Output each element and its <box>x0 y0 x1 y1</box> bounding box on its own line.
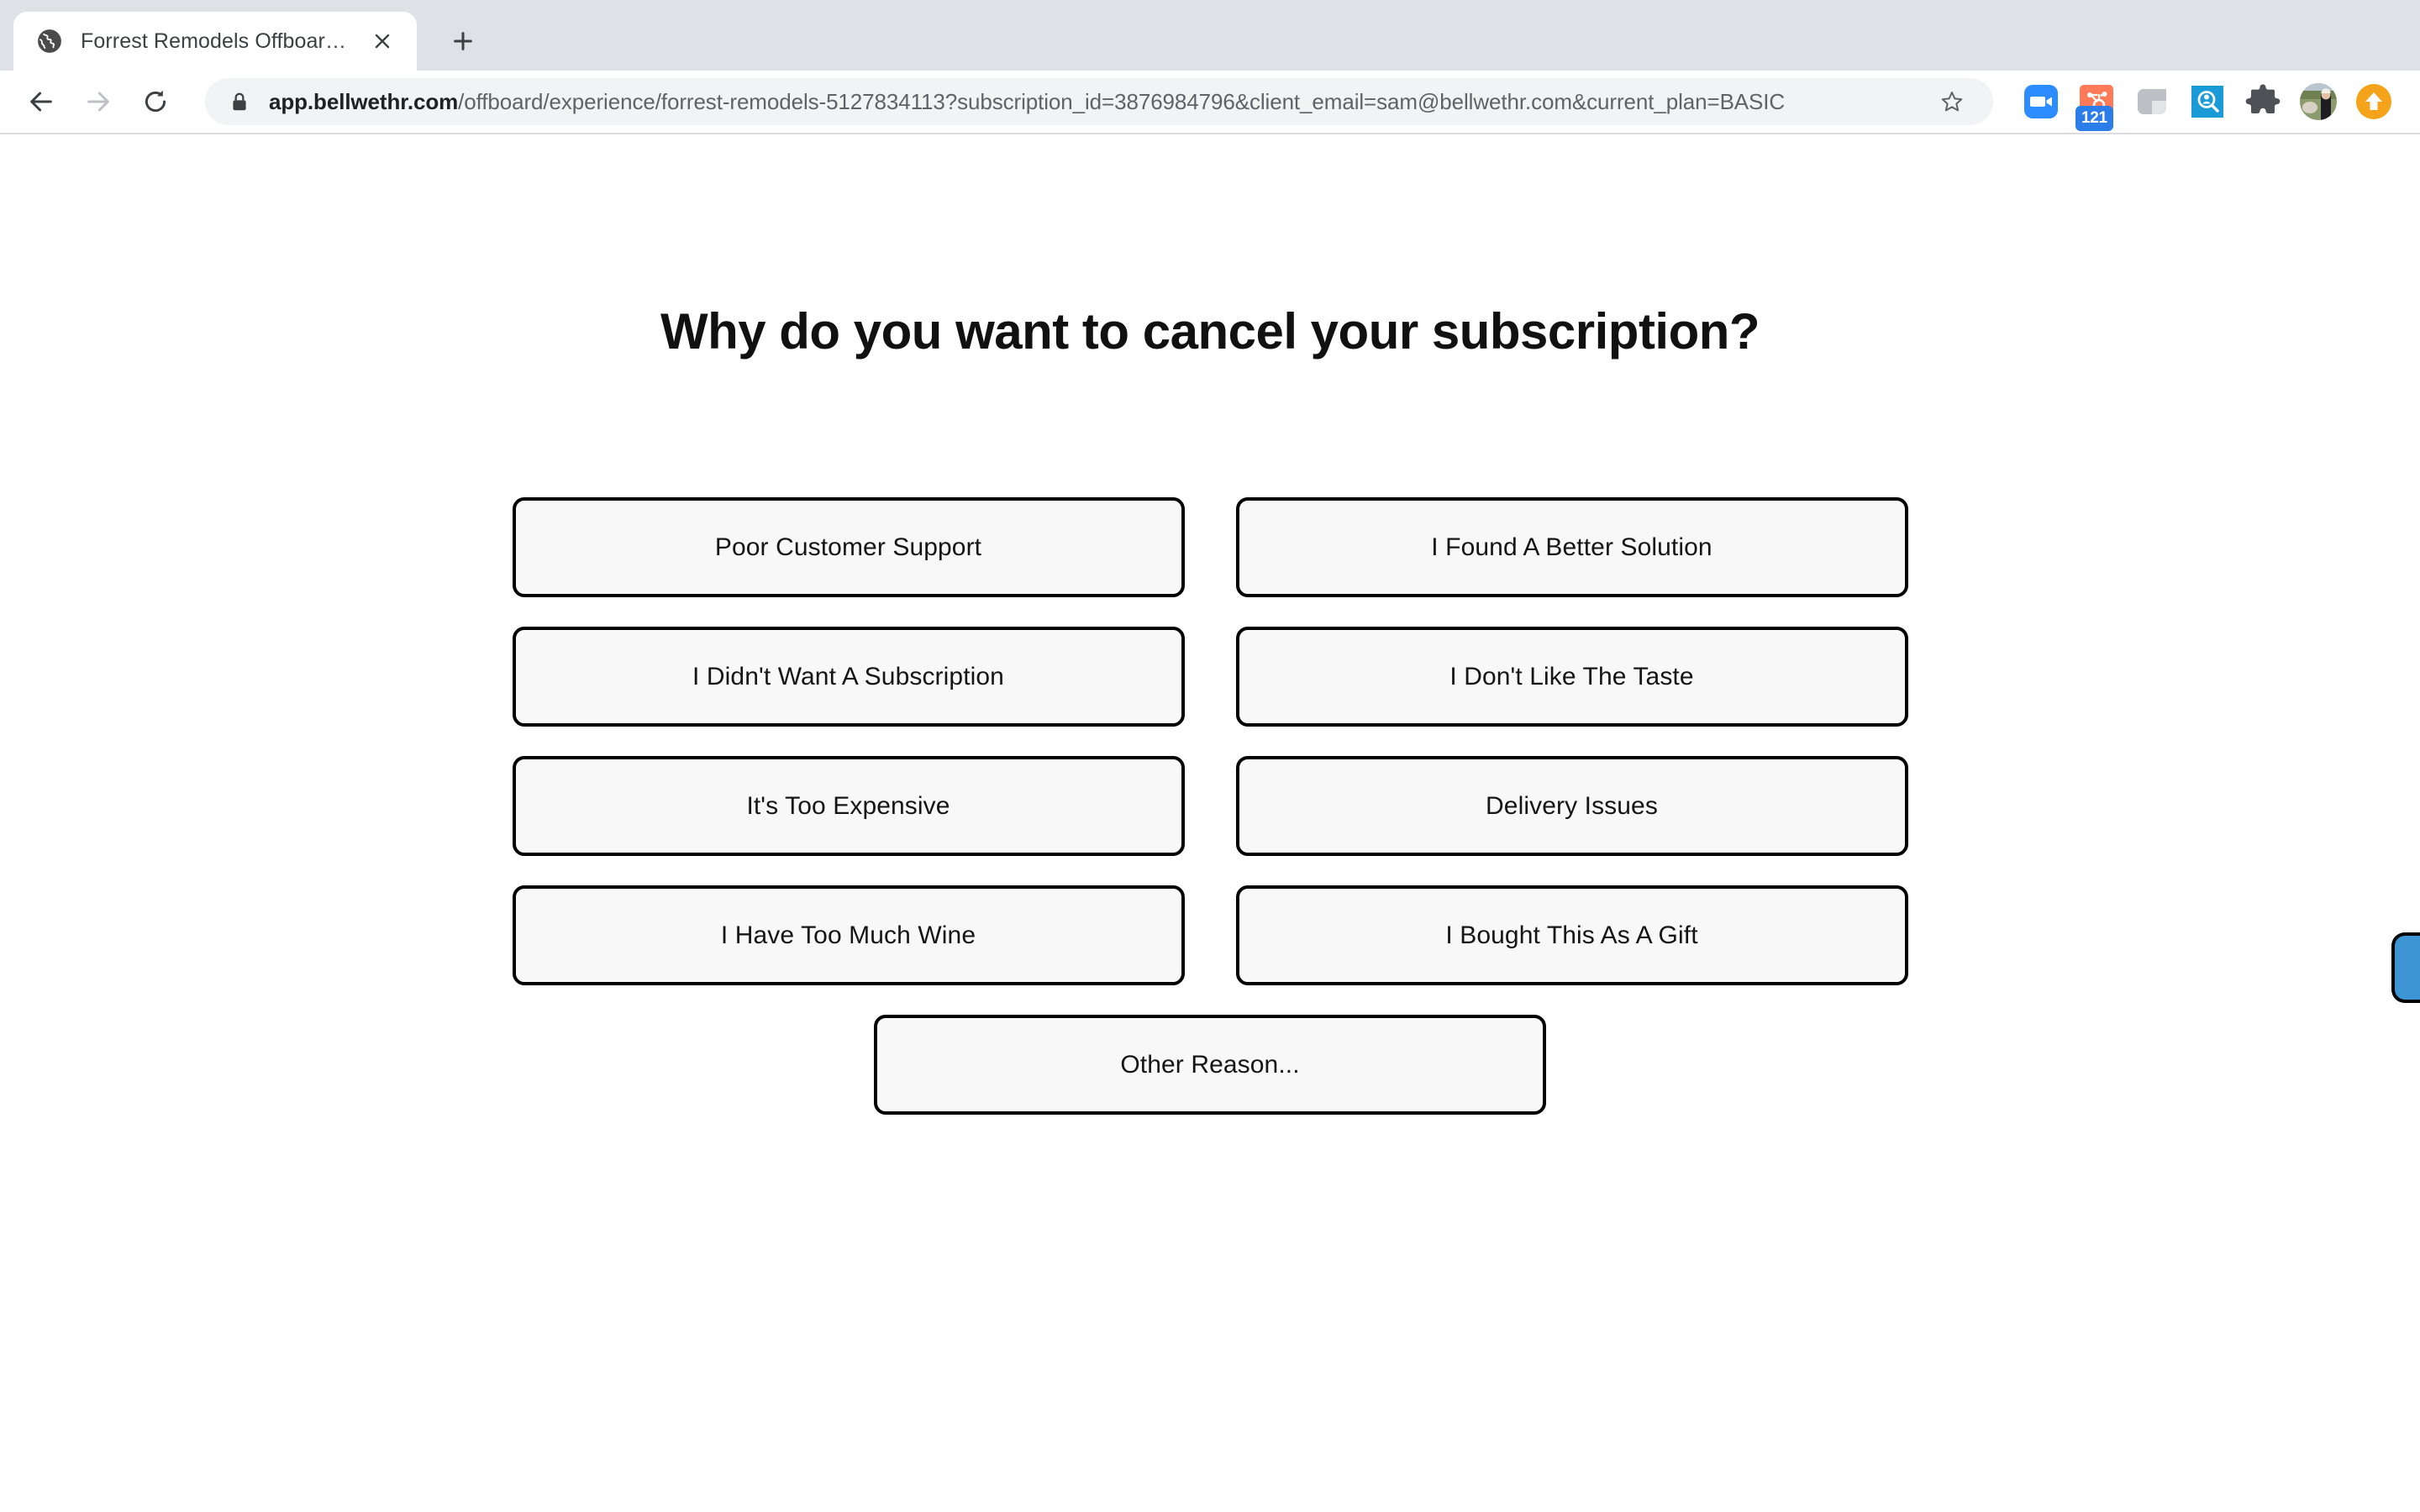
option-i-dont-like-the-taste[interactable]: I Don't Like The Taste <box>1235 627 1908 727</box>
person-magnifier-glyph <box>2191 86 2223 118</box>
tab-strip: Forrest Remodels Offboarding <box>0 0 2420 71</box>
browser-toolbar: app.bellwethr.com/offboard/experience/fo… <box>0 71 2420 134</box>
option-its-too-expensive[interactable]: It's Too Expensive <box>512 756 1185 856</box>
puzzle-extensions-icon[interactable] <box>2244 82 2282 121</box>
tab-title: Forrest Remodels Offboarding <box>81 29 355 53</box>
people-search-extension-icon[interactable] <box>2188 82 2227 121</box>
upload-arrow-glyph <box>2356 84 2391 119</box>
option-i-found-a-better-solution[interactable]: I Found A Better Solution <box>1235 497 1908 597</box>
browser-tab[interactable]: Forrest Remodels Offboarding <box>13 12 417 71</box>
page-content: Why do you want to cancel your subscript… <box>0 134 2420 1512</box>
page-title: Why do you want to cancel your subscript… <box>660 303 1760 360</box>
zoom-extension-icon[interactable] <box>2022 82 2060 121</box>
lock-icon <box>233 92 246 111</box>
address-bar[interactable]: app.bellwethr.com/offboard/experience/fo… <box>205 78 1993 125</box>
upload-extension-icon[interactable] <box>2354 82 2393 121</box>
browser-chrome: Forrest Remodels Offboarding app.bellwet… <box>0 0 2420 134</box>
bookmark-star-icon[interactable] <box>1933 82 1971 121</box>
new-tab-button[interactable] <box>439 17 487 66</box>
panel-glyph <box>2138 89 2166 114</box>
url-host: app.bellwethr.com <box>269 88 459 114</box>
zoom-camera-glyph <box>2024 85 2058 118</box>
back-button[interactable] <box>15 76 67 128</box>
avatar-photo <box>2300 83 2337 120</box>
extensions-tray: 121 <box>2022 82 2402 131</box>
forward-button[interactable] <box>72 76 124 128</box>
extension-badge-count: 121 <box>2075 106 2113 131</box>
option-poor-customer-support[interactable]: Poor Customer Support <box>512 497 1185 597</box>
option-delivery-issues[interactable]: Delivery Issues <box>1235 756 1908 856</box>
option-other-reason[interactable]: Other Reason... <box>874 1015 1546 1115</box>
url-path: /offboard/experience/forrest-remodels-51… <box>458 88 1786 114</box>
option-i-have-too-much-wine[interactable]: I Have Too Much Wine <box>512 885 1185 985</box>
close-glyph <box>375 34 390 49</box>
arrow-right-icon <box>87 92 109 112</box>
close-icon[interactable] <box>366 25 398 57</box>
option-other-reason-label: Other Reason... <box>1120 1050 1300 1079</box>
star-glyph <box>1941 92 1963 112</box>
reload-button[interactable] <box>129 76 182 128</box>
hubspot-extension-icon[interactable]: 121 <box>2075 82 2116 131</box>
profile-avatar[interactable] <box>2299 82 2338 121</box>
gray-panel-extension-icon[interactable] <box>2133 82 2171 121</box>
puzzle-glyph <box>2245 84 2281 113</box>
url-text: app.bellwethr.com/offboard/experience/fo… <box>269 89 1921 115</box>
options-grid: Poor Customer Support I Found A Better S… <box>512 497 1908 985</box>
globe-icon <box>38 29 61 53</box>
option-i-didnt-want-a-subscription[interactable]: I Didn't Want A Subscription <box>512 627 1185 727</box>
arrow-left-icon <box>30 92 52 112</box>
option-i-bought-this-as-a-gift[interactable]: I Bought This As A Gift <box>1235 885 1908 985</box>
feedback-side-tab[interactable] <box>2391 932 2420 1003</box>
cancel-reason-options: Poor Customer Support I Found A Better S… <box>0 497 2420 1115</box>
reload-icon <box>145 90 166 113</box>
plus-icon <box>454 32 472 50</box>
